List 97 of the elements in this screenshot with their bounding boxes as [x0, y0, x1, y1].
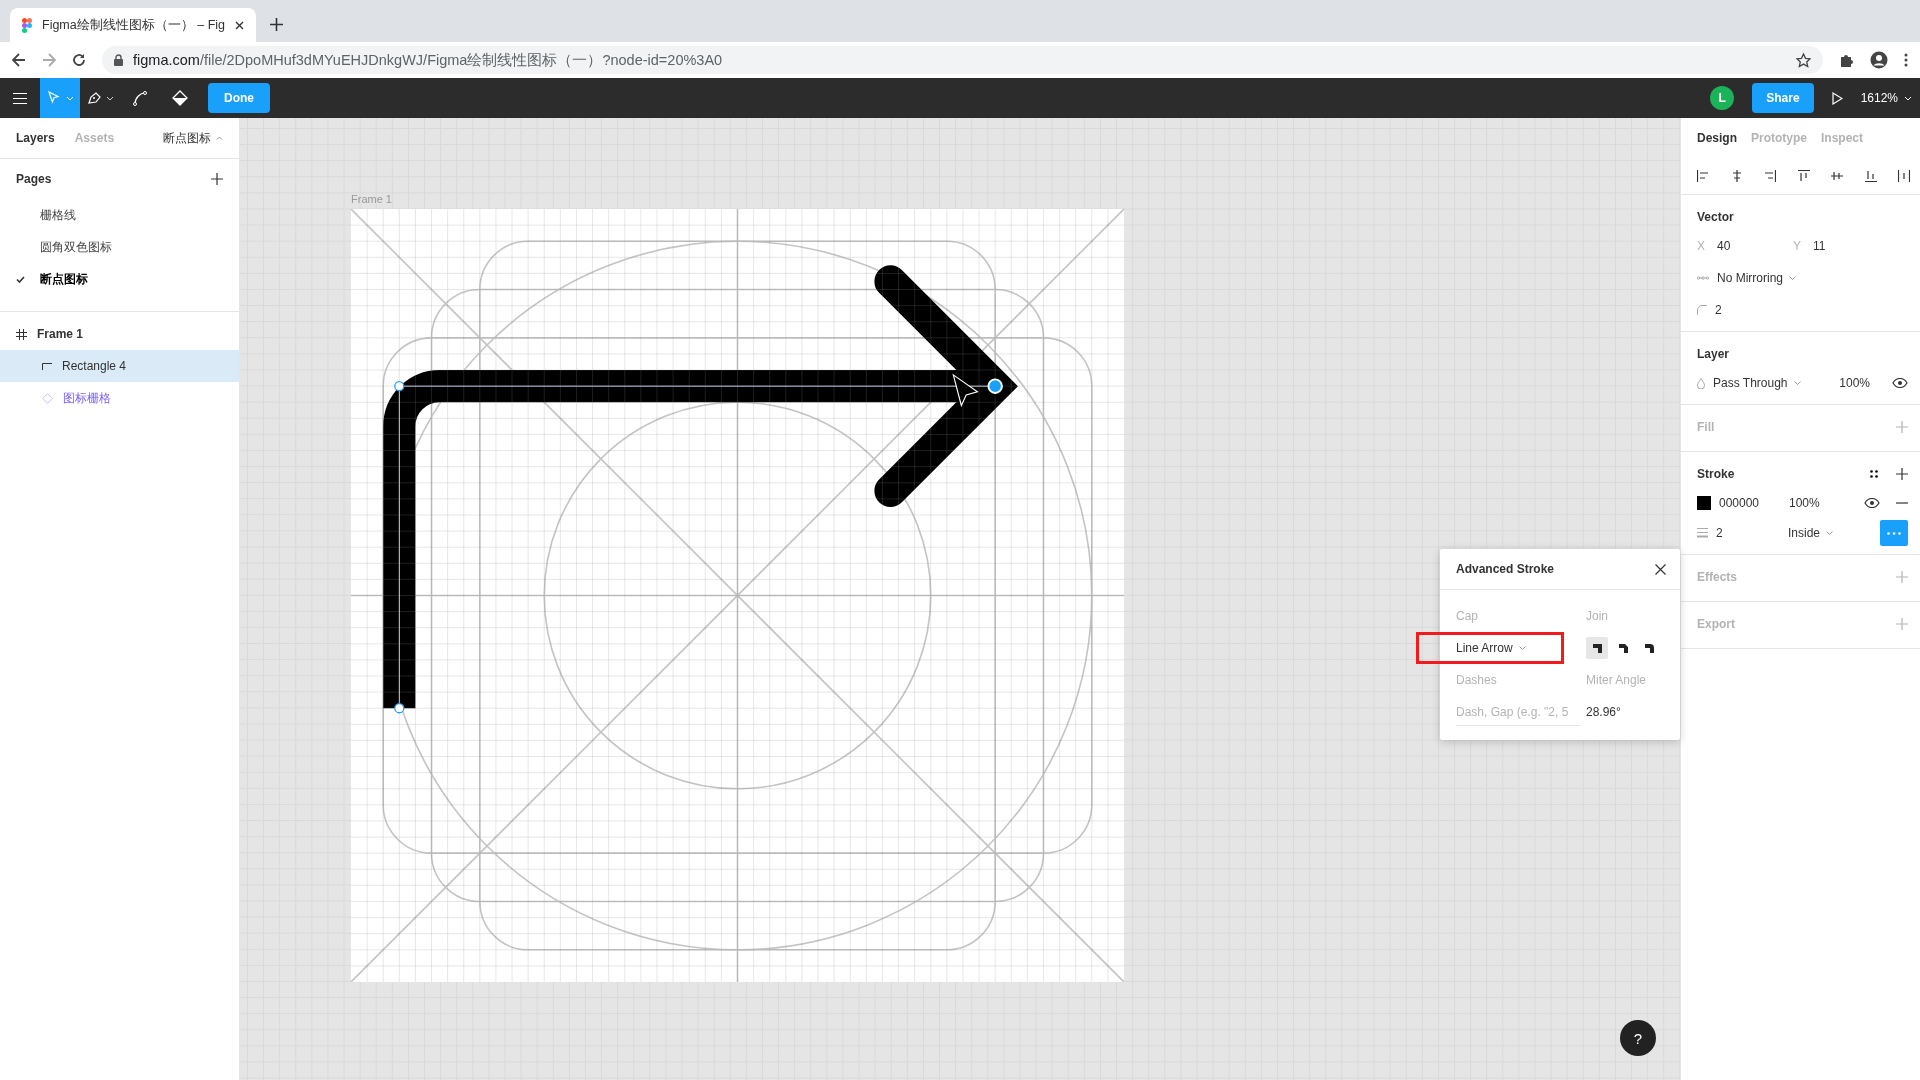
- x-label: X: [1697, 239, 1706, 253]
- menu-icon[interactable]: [1904, 53, 1908, 67]
- more-icon: [1887, 531, 1901, 535]
- color-hex-field[interactable]: 000000: [1719, 496, 1781, 510]
- anchor-point[interactable]: [394, 381, 405, 392]
- mirroring-icon: [1697, 275, 1709, 281]
- section-title: Effects: [1697, 570, 1737, 584]
- component-icon: [42, 392, 53, 404]
- corner-radius-field[interactable]: 2: [1715, 303, 1722, 317]
- panel-tab[interactable]: Design: [1697, 131, 1737, 145]
- stroke-weight-icon: [1697, 528, 1708, 538]
- round-join-icon: [1643, 642, 1655, 654]
- page-item[interactable]: 圆角双色图标: [0, 231, 239, 263]
- app-icon: [22, 17, 32, 33]
- stroke-weight-field[interactable]: 2: [1716, 526, 1780, 540]
- miter-angle-label: Miter Angle: [1586, 672, 1648, 689]
- reload-icon[interactable]: [72, 53, 86, 67]
- panel-tab[interactable]: Layers: [16, 131, 55, 145]
- color-swatch[interactable]: [1697, 496, 1711, 510]
- page-dropdown[interactable]: 断点图标: [163, 129, 223, 147]
- miter-join-icon: [1591, 642, 1603, 654]
- distribute-icon[interactable]: [1898, 170, 1910, 182]
- section-title: Stroke: [1697, 467, 1735, 481]
- close-icon[interactable]: [235, 20, 244, 30]
- section-title: Vector: [1697, 210, 1734, 224]
- cap-dropdown[interactable]: Line Arrow: [1416, 632, 1564, 664]
- align-top-icon[interactable]: [1797, 170, 1810, 182]
- caret-icon: [106, 95, 114, 101]
- address-bar[interactable]: figma.com/file/2DpoMHuf3dMYuEHJDnkgWJ/Figma绘制线性图标（一）?node-id=20%3A0: [102, 46, 1823, 74]
- play-icon[interactable]: [1831, 91, 1843, 105]
- align-left-icon[interactable]: [1697, 170, 1709, 182]
- corner-radius-icon: [1697, 305, 1707, 315]
- profile-icon[interactable]: [1870, 51, 1888, 69]
- layer-row[interactable]: Rectangle 4: [0, 350, 239, 382]
- pages-heading: Pages: [16, 172, 52, 186]
- dashes-field[interactable]: Dash, Gap (e.g. "2, 5: [1456, 698, 1580, 726]
- page-item[interactable]: 断点图标: [0, 263, 239, 295]
- menu-icon: [13, 92, 27, 104]
- frame-icon: [16, 328, 27, 340]
- caret-icon: [1904, 95, 1912, 101]
- opacity-field[interactable]: 100%: [1789, 496, 1820, 510]
- section-title: Export: [1697, 617, 1735, 631]
- caret-icon: [1789, 276, 1796, 280]
- miter-join-button[interactable]: [1586, 637, 1608, 659]
- page-item[interactable]: 栅格线: [0, 199, 239, 231]
- x-field[interactable]: 40: [1717, 239, 1785, 253]
- back-icon[interactable]: [12, 53, 26, 67]
- pointer-icon: [46, 90, 62, 106]
- mirroring-dropdown[interactable]: No Mirroring: [1717, 271, 1796, 285]
- add-stroke-icon[interactable]: [1896, 468, 1908, 480]
- styles-icon[interactable]: [1870, 470, 1878, 478]
- stroke-position-dropdown[interactable]: Inside: [1788, 526, 1834, 540]
- cap-label: Cap: [1456, 608, 1479, 625]
- tab-title: Figma绘制线性图标（一） – Fig: [42, 16, 225, 34]
- cursor-icon: [952, 373, 979, 408]
- blend-mode-dropdown[interactable]: Pass Through: [1713, 376, 1815, 390]
- new-tab-icon[interactable]: [270, 17, 283, 31]
- y-label: Y: [1793, 239, 1802, 253]
- add-page-icon[interactable]: [211, 173, 223, 185]
- y-field[interactable]: 11: [1813, 239, 1826, 253]
- eye-icon[interactable]: [1892, 378, 1908, 388]
- section-title: Layer: [1697, 347, 1730, 361]
- anchor-point[interactable]: [394, 703, 405, 714]
- dashes-label: Dashes: [1456, 672, 1498, 689]
- align-horizontal-center-icon[interactable]: [1730, 170, 1743, 182]
- pen-icon: [86, 90, 102, 106]
- align-vertical-center-icon[interactable]: [1831, 170, 1843, 182]
- caret-icon: [1518, 646, 1526, 650]
- paint-bucket-icon: [172, 90, 188, 106]
- align-right-icon[interactable]: [1764, 170, 1776, 182]
- lock-icon: [114, 54, 123, 66]
- close-icon[interactable]: [1655, 563, 1666, 575]
- check-icon: [16, 275, 25, 283]
- caret-icon: [1793, 381, 1801, 385]
- help-button[interactable]: ?: [1620, 1020, 1656, 1056]
- url-text: figma.com/file/2DpoMHuf3dMYuEHJDnkgWJ/Figma绘制线性图标（一）?node-id=20%3A0: [133, 50, 723, 70]
- opacity-field[interactable]: 100%: [1839, 376, 1870, 390]
- join-label: Join: [1586, 608, 1609, 625]
- layer-row[interactable]: 图标栅格: [0, 382, 239, 414]
- caret-icon: [1826, 531, 1834, 535]
- section-title: Fill: [1697, 420, 1715, 434]
- caret-icon: [216, 136, 223, 140]
- layer-row[interactable]: Frame 1: [0, 318, 239, 350]
- popup-title: Advanced Stroke: [1456, 562, 1555, 576]
- vector-icon: [42, 362, 52, 370]
- bevel-join-icon: [1617, 642, 1629, 654]
- align-bottom-icon[interactable]: [1864, 170, 1877, 182]
- eye-icon[interactable]: [1864, 498, 1880, 508]
- extensions-icon[interactable]: [1839, 52, 1854, 68]
- zoom-dropdown[interactable]: 1612%: [1860, 91, 1912, 105]
- blend-mode-icon: [1697, 377, 1705, 389]
- miter-angle-value[interactable]: 28.96°: [1586, 696, 1680, 728]
- arrow-vector[interactable]: [383, 265, 1018, 709]
- caret-icon: [66, 95, 74, 101]
- browser-tab[interactable]: Figma绘制线性图标（一） – Fig: [10, 8, 256, 42]
- curve-icon: [132, 90, 148, 106]
- star-icon[interactable]: [1796, 52, 1811, 68]
